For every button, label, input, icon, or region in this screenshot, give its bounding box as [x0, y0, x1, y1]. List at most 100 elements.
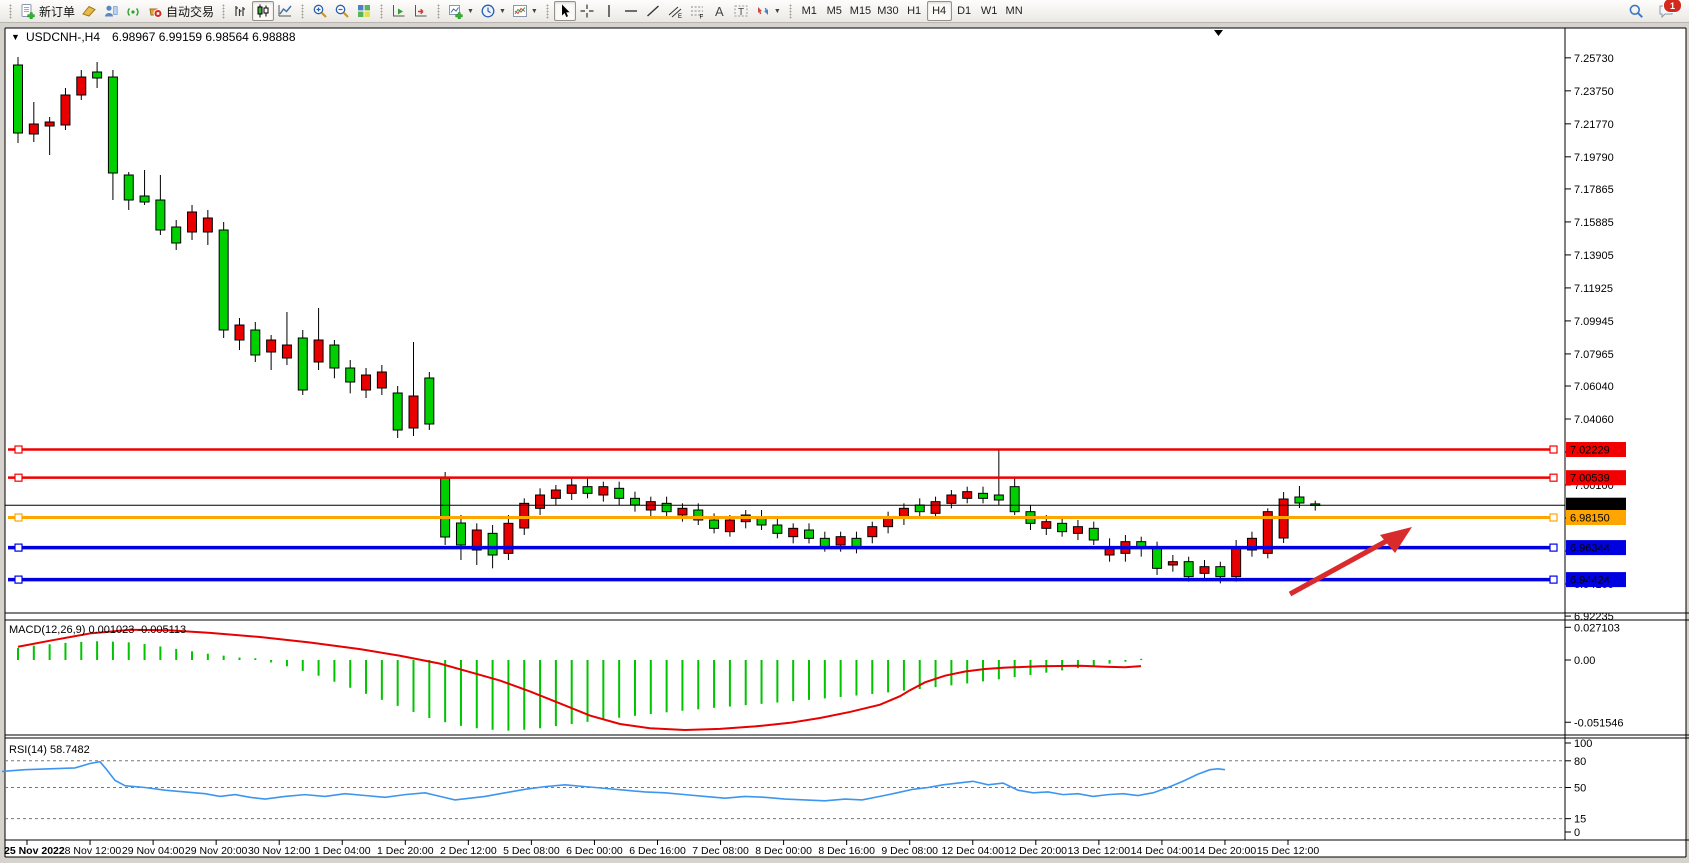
candle-body — [1089, 528, 1098, 540]
timeframe-H4-button[interactable]: H4 — [927, 1, 952, 21]
toolbar-auto-trading-button[interactable]: 自动交易 — [144, 1, 217, 21]
candle-body — [267, 340, 276, 352]
toolbar-periods-button[interactable]: ▼ — [477, 1, 509, 21]
chart-collapse-icon[interactable]: ▼ — [11, 32, 20, 42]
timeframe-D1-button[interactable]: D1 — [952, 1, 977, 21]
toolbar-bar-chart-button[interactable] — [230, 1, 252, 21]
time-label: 8 Dec 16:00 — [818, 845, 875, 857]
toolbar-cursor-button[interactable] — [554, 1, 576, 21]
candle-body — [931, 502, 940, 514]
candle-body — [1042, 522, 1051, 529]
timeframe-MN-button[interactable]: MN — [1002, 1, 1027, 21]
toolbar-fibonacci-button[interactable]: F — [686, 1, 708, 21]
price-tick-label: 7.04060 — [1574, 414, 1614, 426]
candle-body — [1232, 548, 1241, 576]
toolbar-new-chart-button[interactable]: ▼ — [445, 1, 477, 21]
toolbar-profiles-button[interactable] — [100, 1, 122, 21]
timeframe-label: H1 — [907, 5, 921, 17]
candle-body — [298, 338, 307, 390]
toolbar-text-label-button[interactable]: T — [730, 1, 752, 21]
toolbar-chart-shift-button[interactable] — [410, 1, 432, 21]
chart-window[interactable]: 7.257307.237507.217707.197907.178657.158… — [0, 23, 1689, 863]
toolbar-candle-chart-button[interactable] — [252, 1, 274, 21]
candle-body — [93, 72, 102, 78]
channel-icon: E — [667, 3, 683, 19]
toolbar-vertical-line-button[interactable] — [598, 1, 620, 21]
candle-body — [203, 218, 212, 232]
text-icon: A — [711, 3, 727, 19]
toolbar-auto-trading-label: 自动交易 — [166, 3, 214, 20]
dropdown-caret-icon[interactable]: ▼ — [774, 8, 781, 15]
timeframe-label: M15 — [850, 5, 871, 17]
candle-body — [868, 527, 877, 537]
candle-body — [520, 503, 529, 528]
candle-body — [710, 520, 719, 528]
toolbar-line-chart-button[interactable] — [274, 1, 296, 21]
time-label: 8 Dec 00:00 — [755, 845, 812, 857]
toolbar-signals-button[interactable] — [122, 1, 144, 21]
dropdown-caret-icon[interactable]: ▼ — [467, 8, 474, 15]
line-handle[interactable] — [1550, 446, 1557, 453]
toolbar-auto-scroll-button[interactable] — [388, 1, 410, 21]
toolbar-horizontal-line-button[interactable] — [620, 1, 642, 21]
timeframe-M30-button[interactable]: M30 — [874, 1, 901, 21]
toolbar-new-order-button[interactable]: 新订单 — [17, 1, 78, 21]
candle-body — [615, 488, 624, 498]
timeframe-W1-button[interactable]: W1 — [977, 1, 1002, 21]
timeframe-M5-button[interactable]: M5 — [822, 1, 847, 21]
rsi-axis-label: 15 — [1574, 814, 1586, 826]
profiles-icon — [103, 3, 119, 19]
toolbar-market-watch-button[interactable] — [78, 1, 100, 21]
search-button[interactable] — [1625, 1, 1647, 21]
candle-body — [346, 368, 355, 382]
toolbar-new-order-label: 新订单 — [39, 3, 75, 20]
notification-count-badge: 1 — [1663, 0, 1682, 13]
toolbar-text-button[interactable]: A — [708, 1, 730, 21]
toolbar-templates-button[interactable]: ▼ — [509, 1, 541, 21]
price-tick-label: 7.06040 — [1574, 381, 1614, 393]
line-handle[interactable] — [15, 544, 22, 551]
toolbar-trend-line-button[interactable] — [642, 1, 664, 21]
timeframe-H1-button[interactable]: H1 — [902, 1, 927, 21]
line-handle[interactable] — [1550, 544, 1557, 551]
dropdown-caret-icon[interactable]: ▼ — [531, 8, 538, 15]
timeframe-M1-button[interactable]: M1 — [797, 1, 822, 21]
line-handle[interactable] — [15, 514, 22, 521]
macd-axis-label: 0.00 — [1574, 655, 1595, 667]
price-badge-label: 6.96344 — [1570, 543, 1610, 555]
line-handle[interactable] — [1550, 474, 1557, 481]
line-handle[interactable] — [1550, 576, 1557, 583]
rsi-axis-label: 50 — [1574, 783, 1586, 795]
candle-body — [362, 375, 371, 390]
toolbar-tile-windows-button[interactable] — [353, 1, 375, 21]
price-tick-label: 7.21770 — [1574, 119, 1614, 131]
toolbar-crosshair-button[interactable] — [576, 1, 598, 21]
time-label: 29 Nov 04:00 — [122, 845, 185, 857]
candle-body — [805, 530, 814, 538]
new-chart-icon — [448, 3, 464, 19]
toolbar-channel-button[interactable]: E — [664, 1, 686, 21]
candle-body — [836, 537, 845, 545]
candle-body — [979, 493, 988, 498]
candle-body — [1153, 547, 1162, 569]
toolbar-arrows-button[interactable]: ▼ — [752, 1, 784, 21]
line-handle[interactable] — [15, 576, 22, 583]
fibonacci-icon: F — [689, 3, 705, 19]
price-badge-label: 6.94424 — [1570, 575, 1610, 587]
timeframe-M15-button[interactable]: M15 — [847, 1, 874, 21]
dropdown-caret-icon[interactable]: ▼ — [499, 8, 506, 15]
timeframe-label: D1 — [957, 5, 971, 17]
line-chart-icon — [277, 3, 293, 19]
candle-body — [536, 495, 545, 508]
toolbar-zoom-out-button[interactable] — [331, 1, 353, 21]
toolbar-zoom-in-button[interactable] — [309, 1, 331, 21]
price-tick-label: 7.23750 — [1574, 86, 1614, 98]
chart-background — [5, 28, 1686, 857]
auto-trading-icon — [147, 3, 163, 19]
line-handle[interactable] — [1550, 514, 1557, 521]
time-label: 14 Dec 20:00 — [1194, 845, 1257, 857]
line-handle[interactable] — [15, 446, 22, 453]
time-label: 13 Dec 12:00 — [1068, 845, 1131, 857]
notifications-button[interactable]: 1 — [1655, 1, 1677, 21]
line-handle[interactable] — [15, 474, 22, 481]
